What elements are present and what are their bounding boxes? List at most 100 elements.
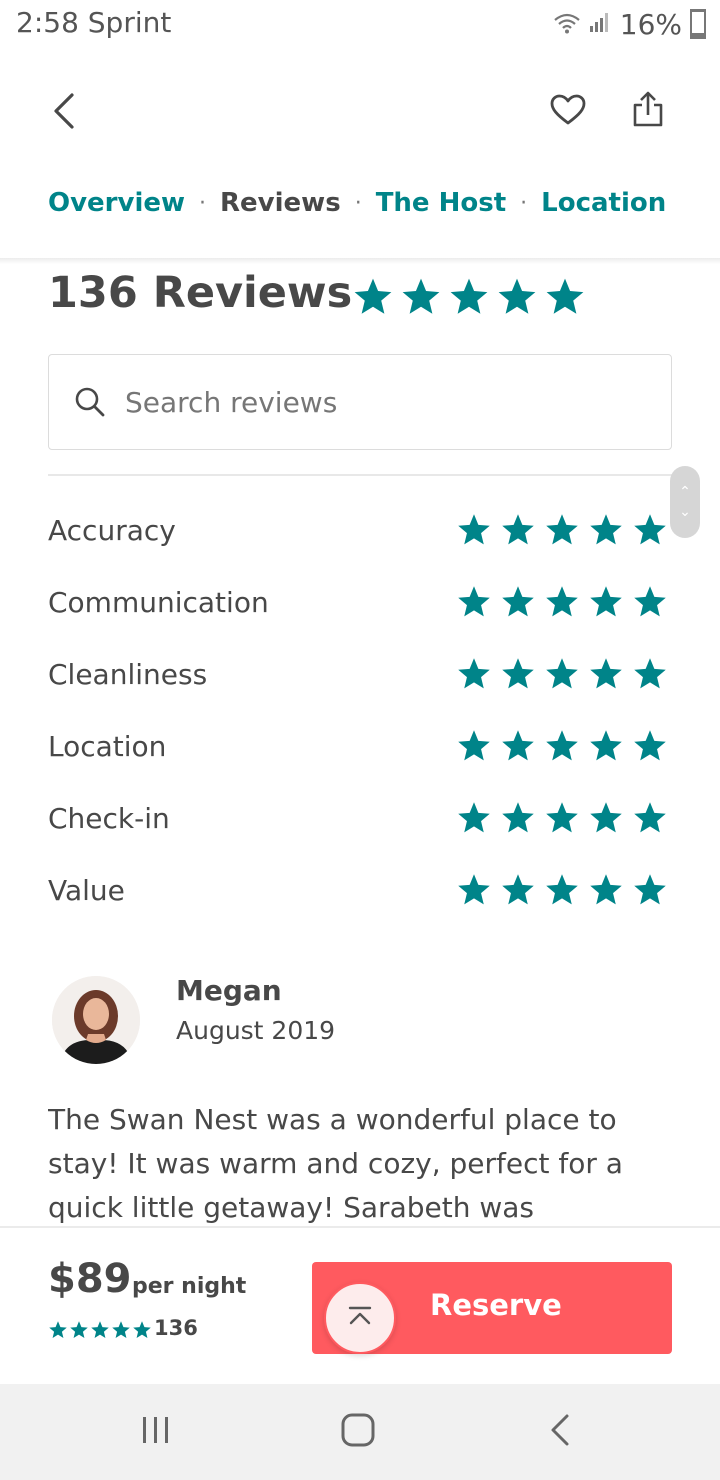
battery-percent: 16% xyxy=(619,7,682,41)
wifi-icon xyxy=(554,8,580,41)
rating-row-check-in: Check-in xyxy=(48,794,668,842)
rating-stars xyxy=(456,800,668,836)
booking-review-count: 136 xyxy=(154,1316,198,1340)
star-icon xyxy=(588,728,624,764)
star-icon xyxy=(500,872,536,908)
chevron-down-icon: ⌄ xyxy=(679,504,691,520)
rating-stars xyxy=(456,728,668,764)
star-icon xyxy=(544,512,580,548)
star-icon xyxy=(352,276,394,318)
star-icon xyxy=(500,800,536,836)
search-reviews-box[interactable] xyxy=(48,354,672,450)
section-tabs: Overview · Reviews · The Host · Location xyxy=(48,188,666,218)
star-icon xyxy=(132,1320,152,1340)
star-icon xyxy=(69,1320,89,1340)
listing-header: Overview · Reviews · The Host · Location xyxy=(0,48,720,260)
rating-stars xyxy=(456,584,668,620)
share-button[interactable] xyxy=(624,86,672,136)
share-icon xyxy=(632,91,664,131)
star-icon xyxy=(456,656,492,692)
rating-row-location: Location xyxy=(48,722,668,770)
rating-label: Communication xyxy=(48,585,269,619)
status-bar: 2:58 Sprint 16% xyxy=(0,0,720,48)
star-icon xyxy=(448,276,490,318)
search-icon xyxy=(73,385,107,419)
reviewer-avatar[interactable] xyxy=(52,976,140,1064)
star-icon xyxy=(632,728,668,764)
star-icon xyxy=(496,276,538,318)
review-text: The Swan Nest was a wonderful place to s… xyxy=(48,1103,623,1224)
rating-row-value: Value xyxy=(48,866,668,914)
back-button[interactable] xyxy=(42,88,86,138)
search-reviews-input[interactable] xyxy=(125,385,645,419)
star-icon xyxy=(632,656,668,692)
star-icon xyxy=(588,872,624,908)
scroll-to-top-button[interactable] xyxy=(324,1282,396,1354)
star-icon xyxy=(588,800,624,836)
status-time-carrier: 2:58 Sprint xyxy=(16,6,172,39)
star-icon xyxy=(544,728,580,764)
star-icon xyxy=(544,872,580,908)
rating-label: Location xyxy=(48,729,167,763)
battery-icon xyxy=(690,9,706,39)
star-icon xyxy=(500,512,536,548)
star-icon xyxy=(500,584,536,620)
star-icon xyxy=(588,584,624,620)
star-icon xyxy=(632,800,668,836)
reviewer-name: Megan xyxy=(176,974,282,1007)
android-back-icon xyxy=(549,1413,571,1451)
rating-row-cleanliness: Cleanliness xyxy=(48,650,668,698)
header-shadow xyxy=(0,258,720,264)
star-icon xyxy=(632,872,668,908)
star-icon xyxy=(90,1320,110,1340)
home-button[interactable] xyxy=(328,1406,388,1458)
rating-stars xyxy=(456,512,668,548)
review-date: August 2019 xyxy=(176,1016,336,1045)
recent-apps-icon xyxy=(140,1415,172,1449)
rating-stars xyxy=(456,872,668,908)
star-icon xyxy=(632,584,668,620)
chevron-up-icon: ⌃ xyxy=(679,484,691,500)
star-icon xyxy=(500,728,536,764)
android-back-button[interactable] xyxy=(530,1406,590,1458)
tab-overview[interactable]: Overview xyxy=(48,188,185,218)
scroll-top-icon xyxy=(347,1306,373,1330)
star-icon xyxy=(588,512,624,548)
status-icons: 16% xyxy=(554,6,706,42)
star-icon xyxy=(500,656,536,692)
back-arrow-icon xyxy=(52,92,76,134)
booking-rating-stars xyxy=(48,1320,152,1340)
star-icon xyxy=(456,512,492,548)
rating-label: Check-in xyxy=(48,801,170,835)
tab-the-host[interactable]: The Host xyxy=(376,188,506,218)
tab-reviews[interactable]: Reviews xyxy=(220,188,341,218)
star-icon xyxy=(456,728,492,764)
tab-separator: · xyxy=(520,190,528,216)
divider xyxy=(48,474,672,476)
star-icon xyxy=(544,276,586,318)
reviews-title: 136 Reviews xyxy=(48,268,353,318)
per-night-label: per night xyxy=(132,1274,247,1299)
home-icon xyxy=(340,1412,376,1452)
overall-rating-stars xyxy=(352,276,586,318)
save-button[interactable] xyxy=(544,88,592,136)
heart-icon xyxy=(550,94,586,130)
fast-scroll-handle[interactable]: ⌃ ⌄ xyxy=(670,466,700,538)
recent-apps-button[interactable] xyxy=(126,1406,186,1458)
android-nav-bar xyxy=(0,1384,720,1480)
reserve-label: Reserve xyxy=(430,1288,562,1322)
tab-separator: · xyxy=(199,190,207,216)
star-icon xyxy=(544,800,580,836)
star-icon xyxy=(544,656,580,692)
signal-icon xyxy=(588,8,612,41)
rating-stars xyxy=(456,656,668,692)
star-icon xyxy=(632,512,668,548)
tab-separator: · xyxy=(354,190,362,216)
rating-row-accuracy: Accuracy xyxy=(48,506,668,554)
star-icon xyxy=(544,584,580,620)
rating-label: Accuracy xyxy=(48,513,176,547)
rating-row-communication: Communication xyxy=(48,578,668,626)
rating-label: Value xyxy=(48,873,125,907)
star-icon xyxy=(111,1320,131,1340)
tab-location[interactable]: Location xyxy=(541,188,666,218)
